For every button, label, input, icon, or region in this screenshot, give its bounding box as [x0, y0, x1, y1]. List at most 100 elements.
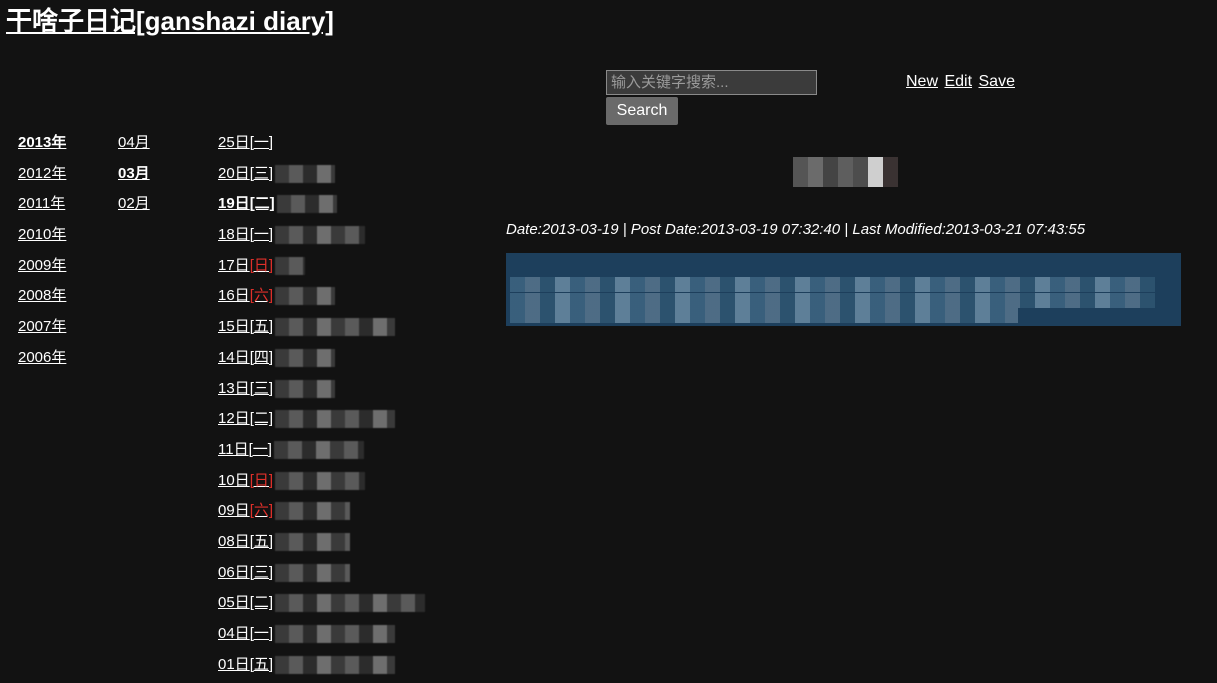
weekday-label: [三] — [249, 164, 274, 182]
day-link[interactable]: 04日[一] — [218, 625, 273, 642]
weekday-label: [五] — [249, 318, 274, 336]
weekday-label: [二] — [249, 195, 275, 213]
day-label: 11日 — [218, 440, 249, 458]
weekday-label: [一] — [249, 625, 274, 642]
day-label: 05日 — [218, 594, 250, 612]
day-link[interactable]: 06日[三] — [218, 564, 273, 581]
entry-meta: Date:2013-03-19 | Post Date:2013-03-19 0… — [506, 221, 1086, 238]
entry-title-redacted — [793, 157, 898, 187]
day-link[interactable]: 08日[五] — [218, 533, 273, 550]
entry-title-redacted — [275, 502, 351, 521]
save-link[interactable]: Save — [979, 73, 1015, 90]
day-link[interactable]: 05日[二] — [218, 594, 273, 611]
day-label: 13日 — [218, 379, 250, 397]
day-link[interactable]: 16日[六] — [218, 287, 273, 304]
entry-body-redacted — [506, 253, 1181, 326]
day-link[interactable]: 14日[四] — [218, 349, 273, 366]
day-label: 19日 — [218, 195, 250, 213]
edit-link[interactable]: Edit — [944, 73, 972, 90]
day-link[interactable]: 11日[一] — [218, 441, 272, 458]
day-label: 17日 — [218, 256, 250, 274]
day-link[interactable]: 18日[一] — [218, 226, 273, 243]
weekday-label: [日] — [249, 471, 274, 489]
day-link[interactable]: 19日[二] — [218, 195, 275, 212]
day-link[interactable]: 01日[五] — [218, 656, 273, 673]
site-title-link[interactable]: 干啥子日记[ganshazi diary] — [6, 6, 334, 36]
day-link[interactable]: 25日[一] — [218, 134, 273, 151]
day-row: 08日[五] — [218, 530, 425, 561]
day-row: 04日[一] — [218, 622, 425, 653]
day-row: 12日[二] — [218, 407, 425, 438]
entry-title-redacted — [275, 256, 306, 275]
entry-title-redacted — [275, 287, 336, 306]
day-row: 14日[四] — [218, 346, 425, 377]
entry-body-line — [510, 293, 1155, 308]
entry-title-redacted — [275, 594, 426, 613]
year-link[interactable]: 2013年 — [18, 131, 66, 162]
day-row: 25日[一] — [218, 131, 425, 162]
year-link[interactable]: 2008年 — [18, 284, 66, 315]
day-link[interactable]: 17日[日] — [218, 257, 273, 274]
month-link[interactable]: 04月 — [118, 131, 150, 162]
entry-title-redacted — [276, 195, 337, 214]
year-link[interactable]: 2006年 — [18, 346, 66, 377]
day-row: 15日[五] — [218, 315, 425, 346]
day-label: 06日 — [218, 563, 250, 581]
day-row: 06日[三] — [218, 561, 425, 592]
day-row: 19日[二] — [218, 192, 425, 223]
weekday-label: [三] — [249, 563, 274, 581]
weekday-label: [六] — [249, 287, 274, 305]
weekday-label: [一] — [249, 226, 274, 244]
new-link[interactable]: New — [906, 73, 938, 90]
weekday-label: [日] — [249, 256, 274, 274]
day-row: 11日[一] — [218, 438, 425, 469]
weekday-label: [一] — [249, 134, 274, 151]
year-link[interactable]: 2011年 — [18, 192, 66, 223]
weekday-label: [三] — [249, 379, 274, 397]
entry-title-redacted — [275, 379, 336, 398]
entry-title-redacted — [275, 625, 396, 644]
day-row: 05日[二] — [218, 591, 426, 622]
day-row: 17日[日] — [218, 254, 425, 285]
entry-title-redacted — [275, 318, 396, 337]
month-link[interactable]: 02月 — [118, 192, 150, 223]
entry-actions: New Edit Save — [906, 73, 1017, 91]
day-label: 14日 — [218, 348, 250, 366]
entry-title-redacted — [275, 348, 336, 367]
day-link[interactable]: 09日[六] — [218, 502, 273, 519]
day-row: 20日[三] — [218, 162, 425, 193]
day-row: 10日[日] — [218, 469, 425, 500]
weekday-label: [二] — [249, 594, 274, 612]
site-title: 干啥子日记[ganshazi diary] — [6, 4, 334, 38]
weekday-label: [六] — [249, 502, 274, 520]
day-label: 09日 — [218, 502, 250, 520]
day-list: 25日[一] 20日[三] 19日[二] 18日[一] 17日[日] 16日[六] 15日[… — [218, 131, 426, 683]
entry-title-redacted — [275, 410, 396, 429]
day-label: 10日 — [218, 471, 250, 489]
day-link[interactable]: 15日[五] — [218, 318, 273, 335]
entry-title-redacted — [275, 164, 336, 183]
search-input[interactable] — [606, 70, 817, 95]
year-link[interactable]: 2012年 — [18, 162, 66, 193]
day-row: 18日[一] — [218, 223, 425, 254]
entry-title-redacted — [275, 471, 366, 490]
weekday-label: [五] — [249, 532, 274, 550]
year-link[interactable]: 2010年 — [18, 223, 66, 254]
day-label: 20日 — [218, 164, 250, 182]
day-row: 16日[六] — [218, 284, 425, 315]
day-label: 16日 — [218, 287, 250, 305]
entry-title-redacted — [275, 532, 351, 551]
day-link[interactable]: 13日[三] — [218, 380, 273, 397]
day-link[interactable]: 12日[二] — [218, 410, 273, 427]
day-label: 12日 — [218, 410, 250, 428]
day-row: 01日[五] — [218, 653, 425, 683]
day-link[interactable]: 20日[三] — [218, 165, 273, 182]
entry-title-redacted — [275, 655, 396, 674]
year-link[interactable]: 2007年 — [18, 315, 66, 346]
year-link[interactable]: 2009年 — [18, 254, 66, 285]
day-link[interactable]: 10日[日] — [218, 472, 273, 489]
day-label: 15日 — [218, 318, 250, 336]
search-button[interactable]: Search — [606, 97, 678, 125]
month-link[interactable]: 03月 — [118, 162, 150, 193]
entry-title-redacted — [273, 440, 364, 459]
